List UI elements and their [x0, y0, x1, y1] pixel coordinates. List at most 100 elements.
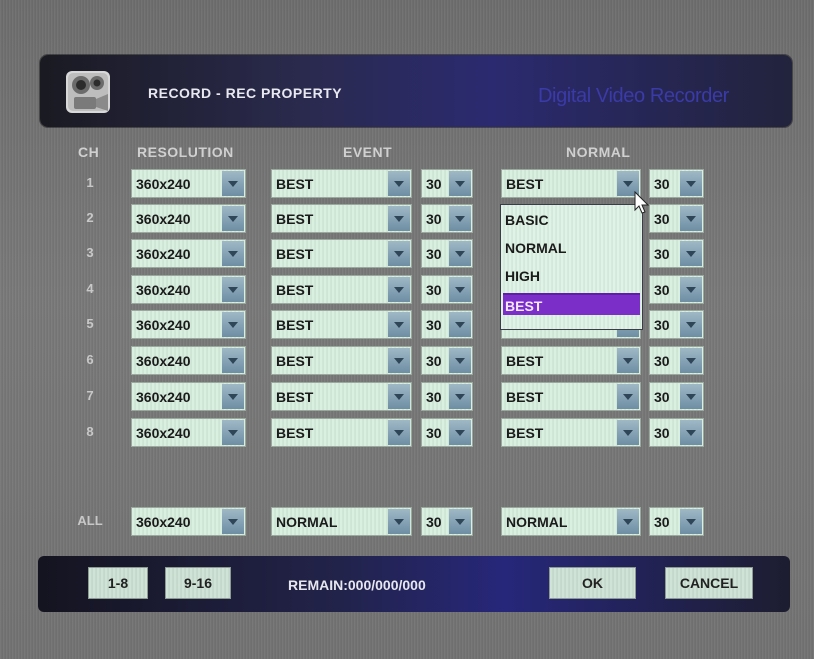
resolution-select[interactable]: 360x240 [131, 239, 246, 268]
normal-fps-select[interactable]: 30 [649, 507, 704, 536]
normal-fps-select[interactable]: 30 [649, 204, 704, 233]
chevron-down-icon[interactable] [449, 312, 471, 337]
chevron-down-icon[interactable] [449, 348, 471, 373]
chevron-down-icon[interactable] [388, 420, 410, 445]
quality-dropdown-list[interactable]: BASIC NORMAL HIGH BEST [500, 204, 643, 330]
normal-fps-select[interactable]: 30 [649, 310, 704, 339]
event-fps-select[interactable]: 30 [421, 507, 473, 536]
normal-quality-select[interactable]: BEST [501, 169, 641, 198]
normal-fps-select[interactable]: 30 [649, 418, 704, 447]
event-fps-select[interactable]: 30 [421, 239, 473, 268]
resolution-select[interactable]: 360x240 [131, 169, 246, 198]
chevron-down-icon[interactable] [449, 277, 471, 302]
column-header-ch: CH [78, 144, 100, 160]
event-quality-select[interactable]: BEST [271, 310, 412, 339]
event-quality-select[interactable]: BEST [271, 382, 412, 411]
resolution-select[interactable]: 360x240 [131, 382, 246, 411]
normal-fps-select[interactable]: 30 [649, 346, 704, 375]
chevron-down-icon[interactable] [222, 420, 244, 445]
chevron-down-icon[interactable] [680, 277, 702, 302]
select-value: 30 [426, 389, 442, 405]
event-fps-select[interactable]: 30 [421, 418, 473, 447]
chevron-down-icon[interactable] [388, 241, 410, 266]
chevron-down-icon[interactable] [388, 348, 410, 373]
chevron-down-icon[interactable] [222, 348, 244, 373]
chevron-down-icon[interactable] [680, 206, 702, 231]
chevron-down-icon[interactable] [617, 384, 639, 409]
chevron-down-icon[interactable] [680, 384, 702, 409]
resolution-select[interactable]: 360x240 [131, 418, 246, 447]
resolution-select[interactable]: 360x240 [131, 507, 246, 536]
dropdown-option-best[interactable]: BEST [503, 293, 640, 315]
chevron-down-icon[interactable] [449, 384, 471, 409]
chevron-down-icon[interactable] [222, 241, 244, 266]
chevron-down-icon[interactable] [388, 277, 410, 302]
channel-label: 5 [86, 316, 94, 331]
dropdown-option-basic[interactable]: BASIC [503, 209, 640, 231]
normal-fps-select[interactable]: 30 [649, 239, 704, 268]
page-9-16-button[interactable]: 9-16 [165, 567, 231, 599]
event-quality-select[interactable]: NORMAL [271, 507, 412, 536]
select-value: 360x240 [136, 514, 191, 530]
event-quality-select[interactable]: BEST [271, 275, 412, 304]
select-value: NORMAL [506, 514, 568, 530]
dropdown-option-high[interactable]: HIGH [503, 265, 640, 287]
select-value: 30 [654, 176, 670, 192]
chevron-down-icon[interactable] [222, 509, 244, 534]
chevron-down-icon[interactable] [449, 206, 471, 231]
normal-fps-select[interactable]: 30 [649, 275, 704, 304]
ok-button[interactable]: OK [549, 567, 636, 599]
dropdown-option-normal[interactable]: NORMAL [503, 237, 640, 259]
event-fps-select[interactable]: 30 [421, 204, 473, 233]
event-fps-select[interactable]: 30 [421, 382, 473, 411]
normal-quality-select[interactable]: BEST [501, 418, 641, 447]
normal-fps-select[interactable]: 30 [649, 169, 704, 198]
cancel-button[interactable]: CANCEL [665, 567, 753, 599]
chevron-down-icon[interactable] [449, 171, 471, 196]
event-quality-select[interactable]: BEST [271, 239, 412, 268]
chevron-down-icon[interactable] [388, 384, 410, 409]
event-quality-select[interactable]: BEST [271, 418, 412, 447]
chevron-down-icon[interactable] [617, 420, 639, 445]
chevron-down-icon[interactable] [617, 509, 639, 534]
chevron-down-icon[interactable] [680, 312, 702, 337]
chevron-down-icon[interactable] [388, 206, 410, 231]
resolution-select[interactable]: 360x240 [131, 310, 246, 339]
resolution-select[interactable]: 360x240 [131, 204, 246, 233]
select-value: BEST [276, 389, 314, 405]
chevron-down-icon[interactable] [388, 312, 410, 337]
resolution-select[interactable]: 360x240 [131, 275, 246, 304]
normal-quality-select[interactable]: BEST [501, 382, 641, 411]
normal-quality-select[interactable]: NORMAL [501, 507, 641, 536]
event-quality-select[interactable]: BEST [271, 204, 412, 233]
event-fps-select[interactable]: 30 [421, 310, 473, 339]
chevron-down-icon[interactable] [617, 348, 639, 373]
chevron-down-icon[interactable] [449, 241, 471, 266]
chevron-down-icon[interactable] [680, 348, 702, 373]
chevron-down-icon[interactable] [388, 171, 410, 196]
chevron-down-icon[interactable] [222, 206, 244, 231]
chevron-down-icon[interactable] [222, 312, 244, 337]
chevron-down-icon[interactable] [680, 241, 702, 266]
title-bar: RECORD - REC PROPERTY Digital Video Reco… [40, 55, 792, 127]
chevron-down-icon[interactable] [449, 509, 471, 534]
chevron-down-icon[interactable] [222, 384, 244, 409]
chevron-down-icon[interactable] [222, 171, 244, 196]
event-quality-select[interactable]: BEST [271, 346, 412, 375]
event-fps-select[interactable]: 30 [421, 275, 473, 304]
resolution-select[interactable]: 360x240 [131, 346, 246, 375]
chevron-down-icon[interactable] [449, 420, 471, 445]
select-value: BEST [276, 211, 314, 227]
page-1-8-button[interactable]: 1-8 [88, 567, 148, 599]
chevron-down-icon[interactable] [680, 509, 702, 534]
event-quality-select[interactable]: BEST [271, 169, 412, 198]
chevron-down-icon[interactable] [388, 509, 410, 534]
normal-fps-select[interactable]: 30 [649, 382, 704, 411]
chevron-down-icon[interactable] [222, 277, 244, 302]
chevron-down-icon[interactable] [680, 420, 702, 445]
normal-quality-select[interactable]: BEST [501, 346, 641, 375]
event-fps-select[interactable]: 30 [421, 346, 473, 375]
column-header-resolution: RESOLUTION [137, 144, 234, 160]
chevron-down-icon[interactable] [680, 171, 702, 196]
event-fps-select[interactable]: 30 [421, 169, 473, 198]
